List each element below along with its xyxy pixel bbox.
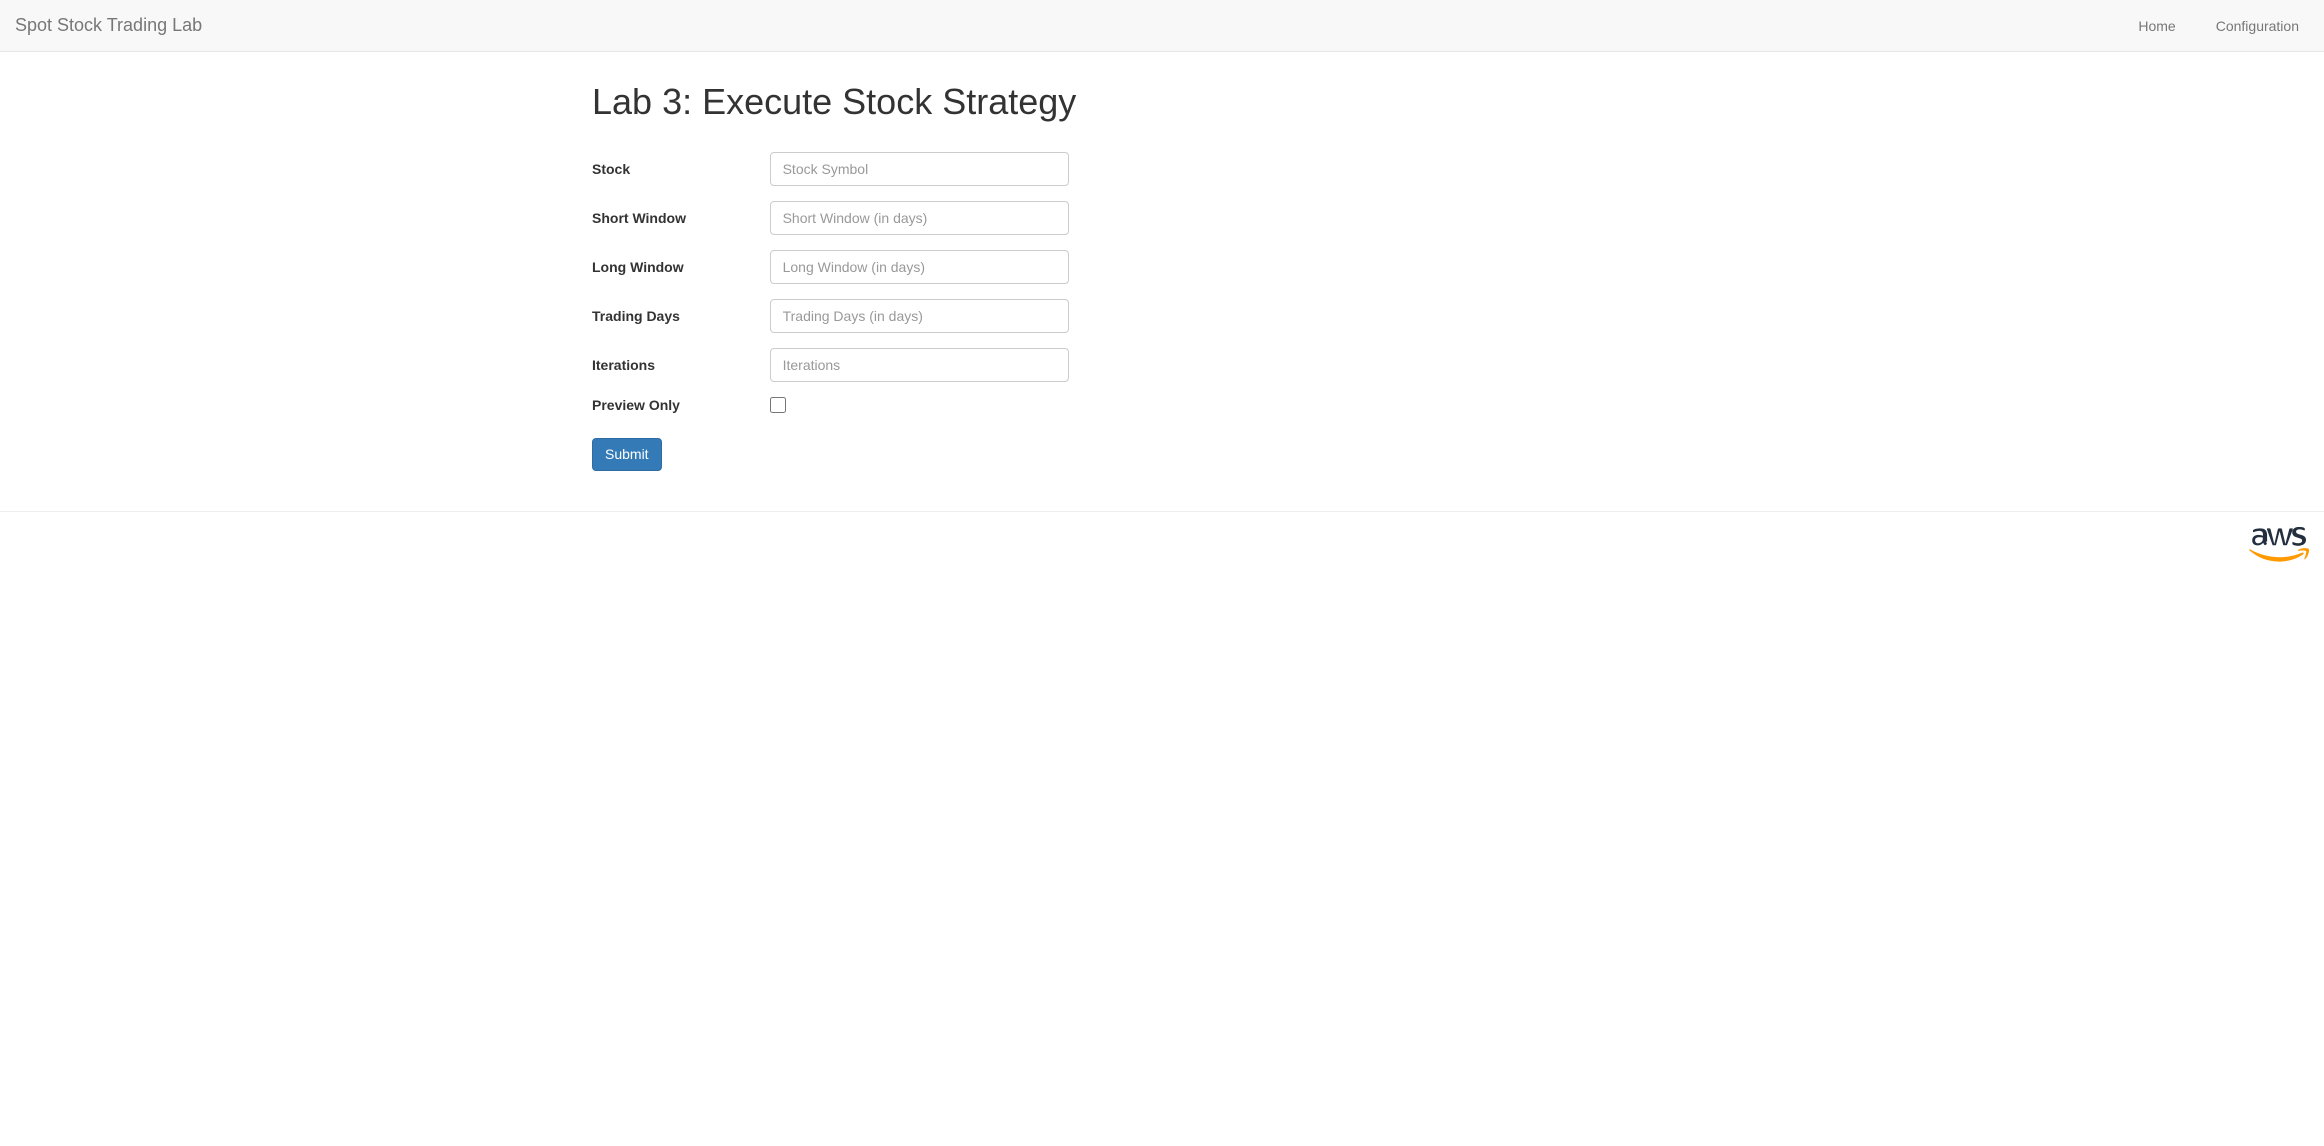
footer (0, 512, 2324, 581)
trading-days-input[interactable] (770, 299, 1070, 333)
form-group-trading-days: Trading Days (592, 299, 1147, 333)
page-title: Lab 3: Execute Stock Strategy (592, 82, 1147, 122)
form-group-short-window: Short Window (592, 201, 1147, 235)
trading-days-label: Trading Days (592, 308, 770, 324)
main-content: Lab 3: Execute Stock Strategy Stock Shor… (577, 52, 1747, 511)
aws-logo-icon (2249, 527, 2309, 566)
stock-input[interactable] (770, 152, 1070, 186)
preview-only-checkbox[interactable] (770, 397, 786, 413)
preview-only-label: Preview Only (592, 397, 770, 413)
iterations-label: Iterations (592, 357, 770, 373)
short-window-label: Short Window (592, 210, 770, 226)
long-window-label: Long Window (592, 259, 770, 275)
nav-link-configuration[interactable]: Configuration (2206, 3, 2309, 49)
nav-link-home[interactable]: Home (2128, 3, 2185, 49)
strategy-form: Stock Short Window Long Window Trading D… (592, 152, 1147, 472)
navbar-brand[interactable]: Spot Stock Trading Lab (15, 0, 202, 51)
form-group-long-window: Long Window (592, 250, 1147, 284)
long-window-input[interactable] (770, 250, 1070, 284)
navbar: Spot Stock Trading Lab Home Configuratio… (0, 0, 2324, 52)
navbar-nav: Home Configuration (2108, 3, 2309, 49)
iterations-input[interactable] (770, 348, 1070, 382)
submit-button[interactable]: Submit (592, 438, 662, 472)
form-group-iterations: Iterations (592, 348, 1147, 382)
form-group-preview-only: Preview Only (592, 397, 1147, 413)
short-window-input[interactable] (770, 201, 1070, 235)
form-group-stock: Stock (592, 152, 1147, 186)
stock-label: Stock (592, 161, 770, 177)
